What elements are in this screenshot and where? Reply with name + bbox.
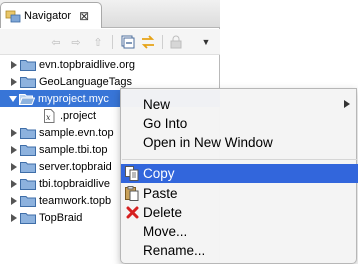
file-icon: x — [42, 108, 56, 123]
folder-icon — [20, 178, 36, 190]
menu-item-paste[interactable]: Paste — [121, 184, 358, 203]
menu-item-label: Copy — [143, 166, 175, 181]
expand-arrow-icon[interactable] — [11, 77, 17, 86]
menu-item-new[interactable]: New — [121, 95, 358, 114]
navigator-icon — [5, 8, 21, 24]
close-icon[interactable]: ⊠ — [79, 9, 89, 23]
collapse-all-icon[interactable] — [120, 34, 136, 50]
tree-item[interactable]: evn.topbraidlive.org — [0, 56, 220, 73]
folder-icon — [20, 161, 36, 173]
collapse-arrow-icon[interactable] — [9, 95, 17, 102]
menu-item-go-into[interactable]: Go Into — [121, 114, 358, 133]
folder-icon — [20, 76, 36, 88]
context-menu: New Go Into Open in New Window Copy Past… — [120, 88, 358, 264]
folder-icon — [20, 59, 36, 71]
tab-label: Navigator — [24, 9, 72, 22]
menu-item-open-in-new-window[interactable]: Open in New Window — [121, 133, 358, 152]
view-tab-bar: Navigator ⊠ — [0, 0, 220, 28]
expand-arrow-icon[interactable] — [11, 179, 17, 188]
tree-item-label: sample.evn.top — [39, 126, 114, 139]
menu-item-label: Move... — [143, 224, 188, 239]
expand-arrow-icon[interactable] — [11, 213, 17, 222]
tree-item-label: evn.topbraidlive.org — [39, 58, 136, 71]
delete-icon — [125, 205, 139, 220]
expand-arrow-icon[interactable] — [11, 196, 17, 205]
folder-icon — [20, 127, 36, 139]
tree-item-label: .project — [60, 109, 97, 122]
menu-item-delete[interactable]: Delete — [121, 203, 358, 222]
view-toolbar: ⇦ ⇨ ⇧ ▼ — [0, 29, 220, 55]
tree-item-label: TopBraid — [39, 211, 83, 224]
folder-icon — [20, 212, 36, 224]
expand-arrow-icon[interactable] — [11, 128, 17, 137]
folder-open-icon — [18, 93, 36, 105]
tree-item-label: myproject.myc — [38, 92, 109, 105]
menu-item-label: Paste — [143, 186, 178, 201]
menu-item-label: Rename... — [143, 243, 206, 258]
folder-icon — [20, 195, 36, 207]
svg-text:x: x — [46, 113, 51, 122]
menu-separator — [122, 159, 357, 160]
expand-arrow-icon[interactable] — [11, 60, 17, 69]
lock-icon[interactable] — [168, 34, 184, 50]
link-with-editor-icon[interactable] — [140, 34, 156, 50]
tree-item-label: sample.tbi.top — [39, 143, 108, 156]
toolbar-separator — [112, 35, 113, 49]
menu-item-label: Delete — [143, 205, 183, 220]
tree-item-label: GeoLanguageTags — [39, 75, 132, 88]
tree-item-label: server.topbraid — [39, 160, 112, 173]
folder-icon — [20, 144, 36, 156]
toolbar-separator — [162, 35, 163, 49]
up-icon[interactable]: ⇧ — [90, 34, 106, 50]
menu-item-rename[interactable]: Rename... — [121, 241, 358, 260]
copy-icon — [125, 166, 139, 181]
tab-navigator[interactable]: Navigator ⊠ — [0, 2, 102, 28]
back-icon[interactable]: ⇦ — [48, 34, 64, 50]
submenu-arrow-icon — [344, 100, 350, 108]
expand-arrow-icon[interactable] — [11, 162, 17, 171]
menu-item-label: Go Into — [143, 116, 188, 131]
menu-item-copy[interactable]: Copy — [121, 164, 358, 183]
tree-item-label: tbi.topbraidlive — [39, 177, 110, 190]
tree-item-label: teamwork.topb — [39, 194, 112, 207]
forward-icon[interactable]: ⇨ — [68, 34, 84, 50]
view-menu-icon[interactable]: ▼ — [198, 34, 214, 50]
menu-item-label: Open in New Window — [143, 135, 273, 150]
menu-item-move[interactable]: Move... — [121, 222, 358, 241]
paste-icon — [125, 186, 139, 201]
menu-item-label: New — [143, 97, 171, 112]
expand-arrow-icon[interactable] — [11, 145, 17, 154]
